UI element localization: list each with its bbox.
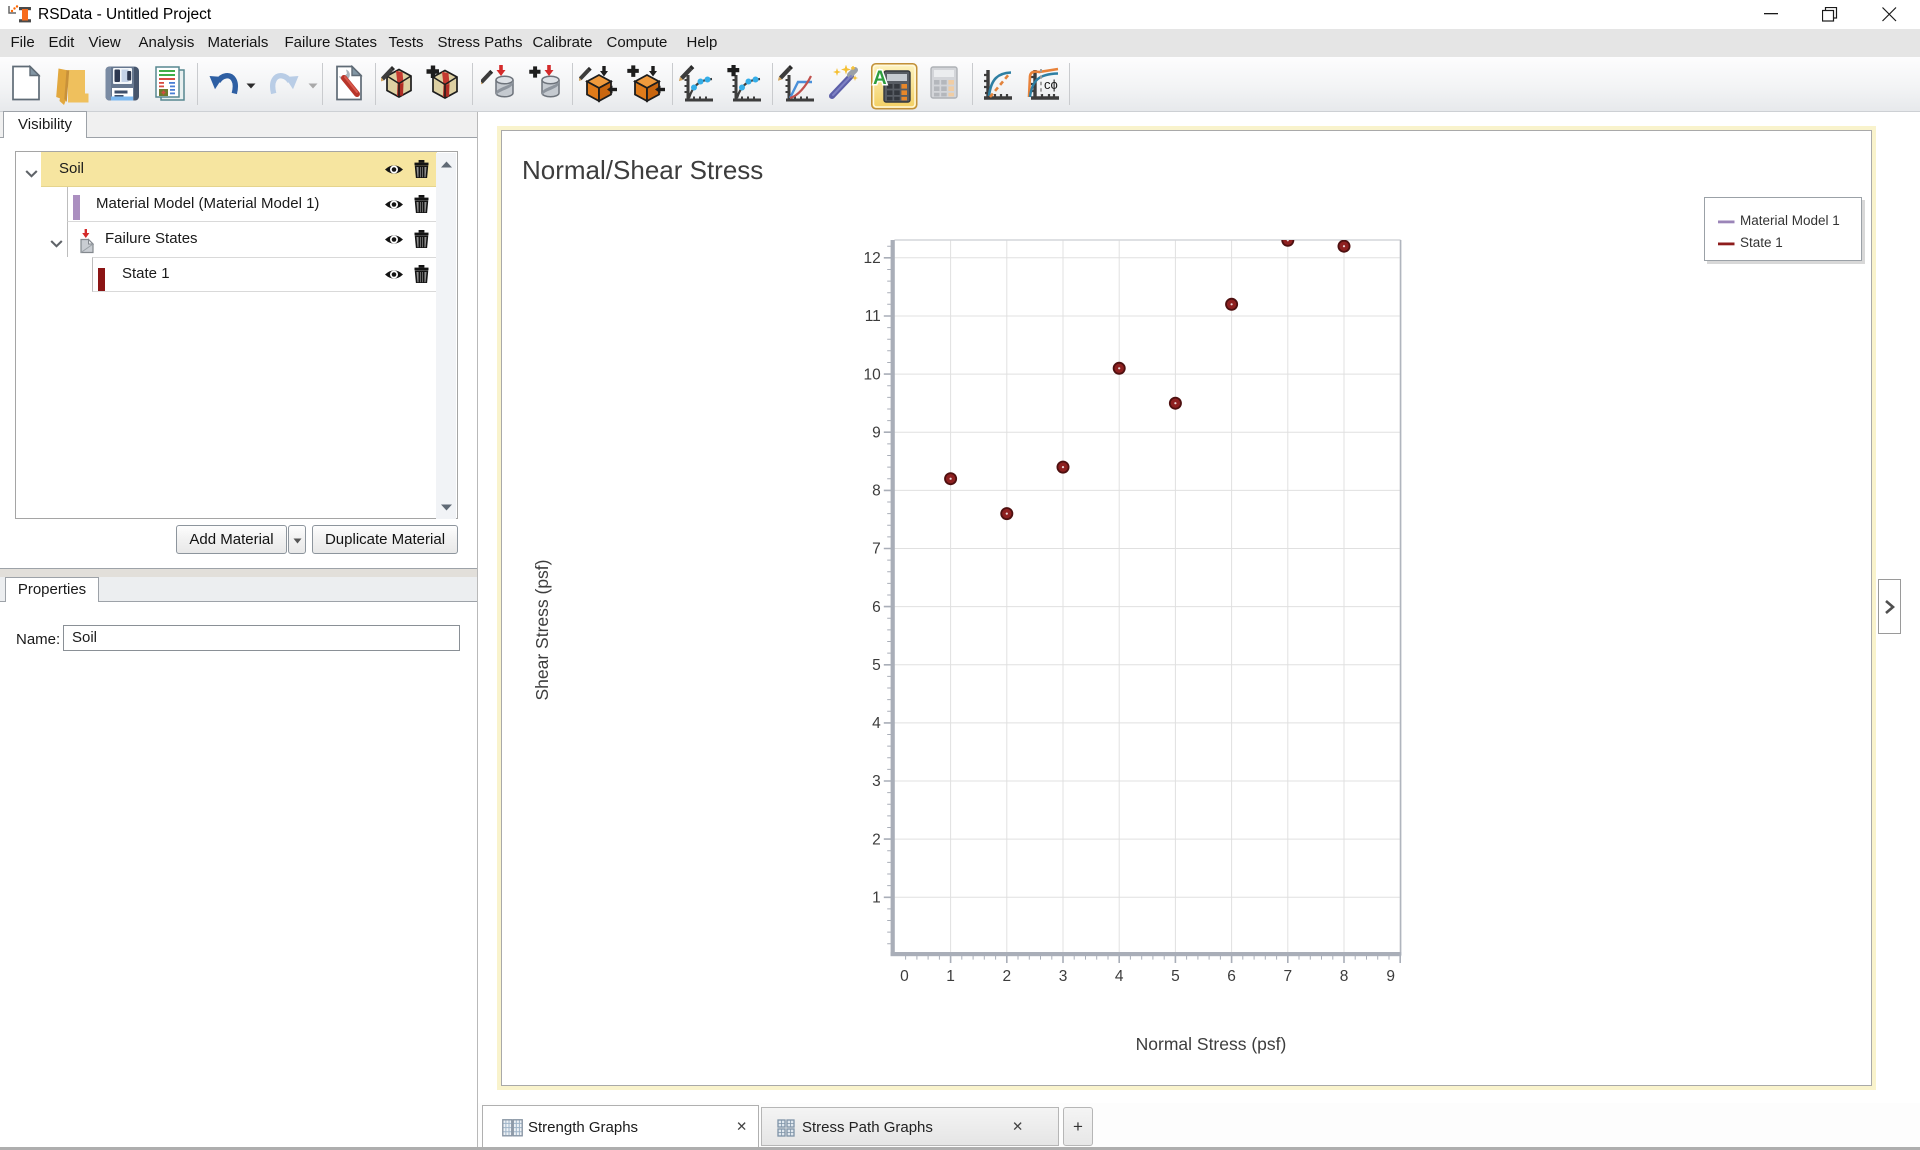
svg-text:4: 4 <box>1115 968 1124 985</box>
svg-text:0: 0 <box>900 968 909 985</box>
svg-text:5: 5 <box>872 657 881 674</box>
svg-text:12: 12 <box>864 250 881 267</box>
svg-text:2: 2 <box>872 831 881 848</box>
svg-text:8: 8 <box>1340 968 1349 985</box>
svg-text:11: 11 <box>865 308 881 325</box>
svg-text:Shear Stress (psf): Shear Stress (psf) <box>532 559 552 700</box>
svg-text:3: 3 <box>1059 968 1068 985</box>
svg-text:10: 10 <box>864 366 882 383</box>
svg-text:cϕ: cϕ <box>1044 77 1058 92</box>
svg-text:9: 9 <box>872 424 881 441</box>
svg-text:4: 4 <box>872 715 881 732</box>
svg-text:6: 6 <box>1227 968 1236 985</box>
svg-text:5: 5 <box>1171 968 1180 985</box>
svg-text:7: 7 <box>1283 968 1292 985</box>
svg-text:6: 6 <box>872 599 881 616</box>
svg-text:3: 3 <box>872 773 881 790</box>
svg-text:1: 1 <box>872 890 881 907</box>
svg-text:2: 2 <box>1002 968 1011 985</box>
svg-text:7: 7 <box>872 541 881 558</box>
svg-text:8: 8 <box>872 483 881 500</box>
svg-text:Normal Stress (psf): Normal Stress (psf) <box>1136 1034 1287 1054</box>
svg-text:1: 1 <box>946 968 955 985</box>
svg-text:9: 9 <box>1386 968 1395 985</box>
svg-text:A: A <box>873 68 887 89</box>
